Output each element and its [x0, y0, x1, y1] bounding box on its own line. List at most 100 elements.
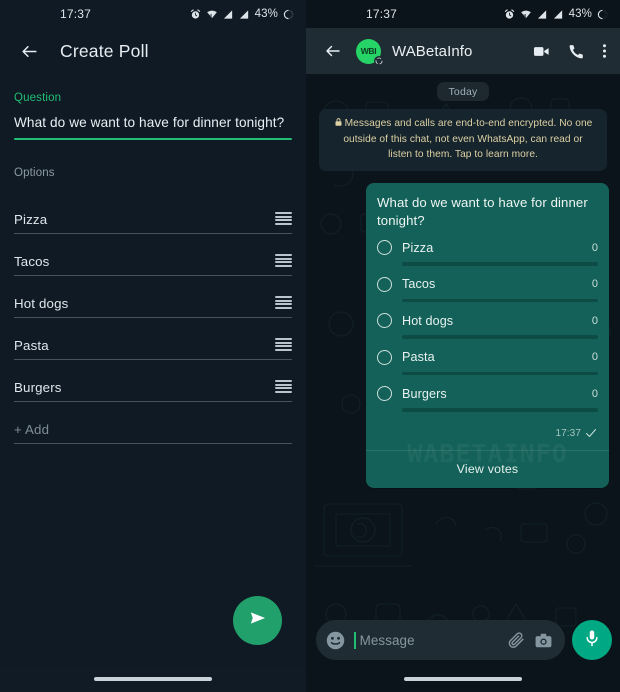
drag-handle-icon[interactable]: [275, 212, 292, 225]
contact-name[interactable]: WABetaInfo: [392, 43, 532, 60]
poll-option-count: 0: [591, 351, 598, 364]
back-arrow-icon[interactable]: [14, 36, 44, 66]
poll-option-progress-bar: [402, 408, 598, 412]
question-label: Question: [14, 92, 62, 104]
single-check-icon: [585, 425, 597, 443]
chat-screen: 17:37 43% WBI WABetaInfo Today Messages …: [306, 0, 620, 692]
poll-option[interactable]: Hot dogs 0: [377, 313, 598, 339]
app-bar-chat: WBI WABetaInfo: [306, 28, 620, 74]
signal-icon: [537, 9, 548, 20]
send-poll-button[interactable]: [233, 596, 282, 645]
day-divider: Today: [306, 74, 620, 101]
drag-handle-icon[interactable]: [275, 296, 292, 309]
poll-message-bubble[interactable]: WABETAINFO What do we want to have for d…: [366, 183, 609, 488]
add-option-label[interactable]: + Add: [14, 422, 292, 437]
overflow-menu-icon[interactable]: [602, 42, 607, 60]
signal-icon: [223, 9, 234, 20]
signal-icon: [553, 9, 564, 20]
question-field[interactable]: What do we want to have for dinner tonig…: [14, 115, 292, 140]
gesture-nav-bar-right: [306, 666, 620, 692]
message-input[interactable]: Message: [360, 633, 499, 648]
battery-percent-label: 43%: [254, 8, 278, 20]
emoji-icon[interactable]: [325, 630, 346, 651]
add-option-row[interactable]: + Add: [14, 402, 292, 444]
poll-option-header: Hot dogs 0: [377, 313, 598, 329]
gesture-nav-bar-left: [0, 666, 306, 692]
option-underline: [14, 443, 292, 444]
signal-icon: [239, 9, 250, 20]
avatar-status-badge-icon: [374, 55, 384, 66]
poll-option-row[interactable]: Hot dogs: [14, 276, 292, 318]
create-poll-screen: 17:37 43% Create Poll Question What do w…: [0, 0, 306, 692]
poll-option-progress-bar: [402, 262, 598, 266]
poll-option[interactable]: Pizza 0: [377, 240, 598, 266]
encryption-notice[interactable]: Messages and calls are end-to-end encryp…: [319, 109, 607, 172]
poll-option-row[interactable]: Pizza: [14, 192, 292, 234]
poll-option-label: Pasta: [402, 350, 435, 365]
wifi-icon: [520, 9, 532, 20]
radio-icon[interactable]: [377, 313, 392, 329]
avatar[interactable]: WBI: [356, 38, 384, 66]
poll-option-header: Tacos 0: [377, 276, 598, 292]
battery-icon: [283, 9, 294, 20]
camera-icon[interactable]: [534, 631, 553, 650]
poll-option-row[interactable]: Pasta: [14, 318, 292, 360]
message-input-pill[interactable]: Message: [316, 620, 565, 660]
question-input-value[interactable]: What do we want to have for dinner tonig…: [14, 115, 292, 138]
radio-icon[interactable]: [377, 240, 392, 256]
message-meta: 17:37: [377, 423, 598, 450]
back-arrow-icon[interactable]: [318, 36, 348, 66]
poll-option-input[interactable]: Pizza: [14, 212, 275, 227]
gesture-pill[interactable]: [94, 677, 212, 681]
microphone-icon: [583, 629, 601, 652]
poll-options-list: Pizza Tacos Hot dogs Pasta Burgers + Add: [14, 192, 292, 444]
poll-option[interactable]: Burgers 0: [377, 386, 598, 412]
poll-option-header: Pasta 0: [377, 349, 598, 365]
status-bar-left: 17:37 43%: [0, 0, 306, 28]
status-icons: 43%: [190, 8, 294, 20]
poll-option-row[interactable]: Burgers: [14, 360, 292, 402]
chat-message-area: Today Messages and calls are end-to-end …: [306, 74, 620, 692]
phone-screenshot-comparison: 17:37 43% Create Poll Question What do w…: [0, 0, 620, 692]
poll-question-text: What do we want to have for dinner tonig…: [377, 195, 588, 228]
poll-option-count: 0: [591, 387, 598, 400]
day-divider-label: Today: [437, 82, 489, 101]
view-votes-button[interactable]: View votes: [377, 451, 598, 488]
status-icons: 43%: [504, 8, 608, 20]
gesture-pill[interactable]: [404, 677, 522, 681]
poll-form: Question What do we want to have for din…: [0, 74, 306, 444]
poll-option-count: 0: [591, 314, 598, 327]
battery-percent-label: 43%: [568, 8, 592, 20]
poll-option[interactable]: Tacos 0: [377, 276, 598, 303]
voice-call-icon[interactable]: [568, 43, 585, 60]
drag-handle-icon[interactable]: [275, 338, 292, 351]
poll-option-input[interactable]: Burgers: [14, 380, 275, 395]
wifi-icon: [206, 9, 218, 20]
microphone-button[interactable]: [572, 620, 612, 660]
video-call-icon[interactable]: [532, 42, 551, 61]
radio-icon[interactable]: [377, 349, 392, 365]
radio-icon[interactable]: [377, 276, 392, 292]
status-time: 17:37: [366, 7, 398, 21]
poll-option-input[interactable]: Pasta: [14, 338, 275, 353]
chat-action-buttons: [532, 42, 607, 61]
radio-icon[interactable]: [377, 386, 392, 402]
lock-icon: [334, 117, 343, 133]
poll-option-input[interactable]: Hot dogs: [14, 296, 275, 311]
status-bar-right: 17:37 43%: [306, 0, 620, 28]
poll-option-progress-bar: [402, 371, 598, 376]
page-title: Create Poll: [60, 40, 149, 61]
encryption-notice-text: Messages and calls are end-to-end encryp…: [343, 118, 593, 160]
paperclip-icon[interactable]: [507, 631, 526, 650]
question-underline: [14, 138, 292, 140]
alarm-icon: [504, 8, 515, 20]
poll-option-header: Pizza 0: [377, 240, 598, 256]
poll-option-input[interactable]: Tacos: [14, 254, 275, 269]
drag-handle-icon[interactable]: [275, 254, 292, 267]
drag-handle-icon[interactable]: [275, 380, 292, 393]
text-cursor: [354, 631, 356, 649]
poll-option-label: Pizza: [402, 240, 434, 255]
poll-option-row[interactable]: Tacos: [14, 234, 292, 276]
poll-option[interactable]: Pasta 0: [377, 349, 598, 376]
poll-option-progress-bar: [402, 335, 598, 339]
